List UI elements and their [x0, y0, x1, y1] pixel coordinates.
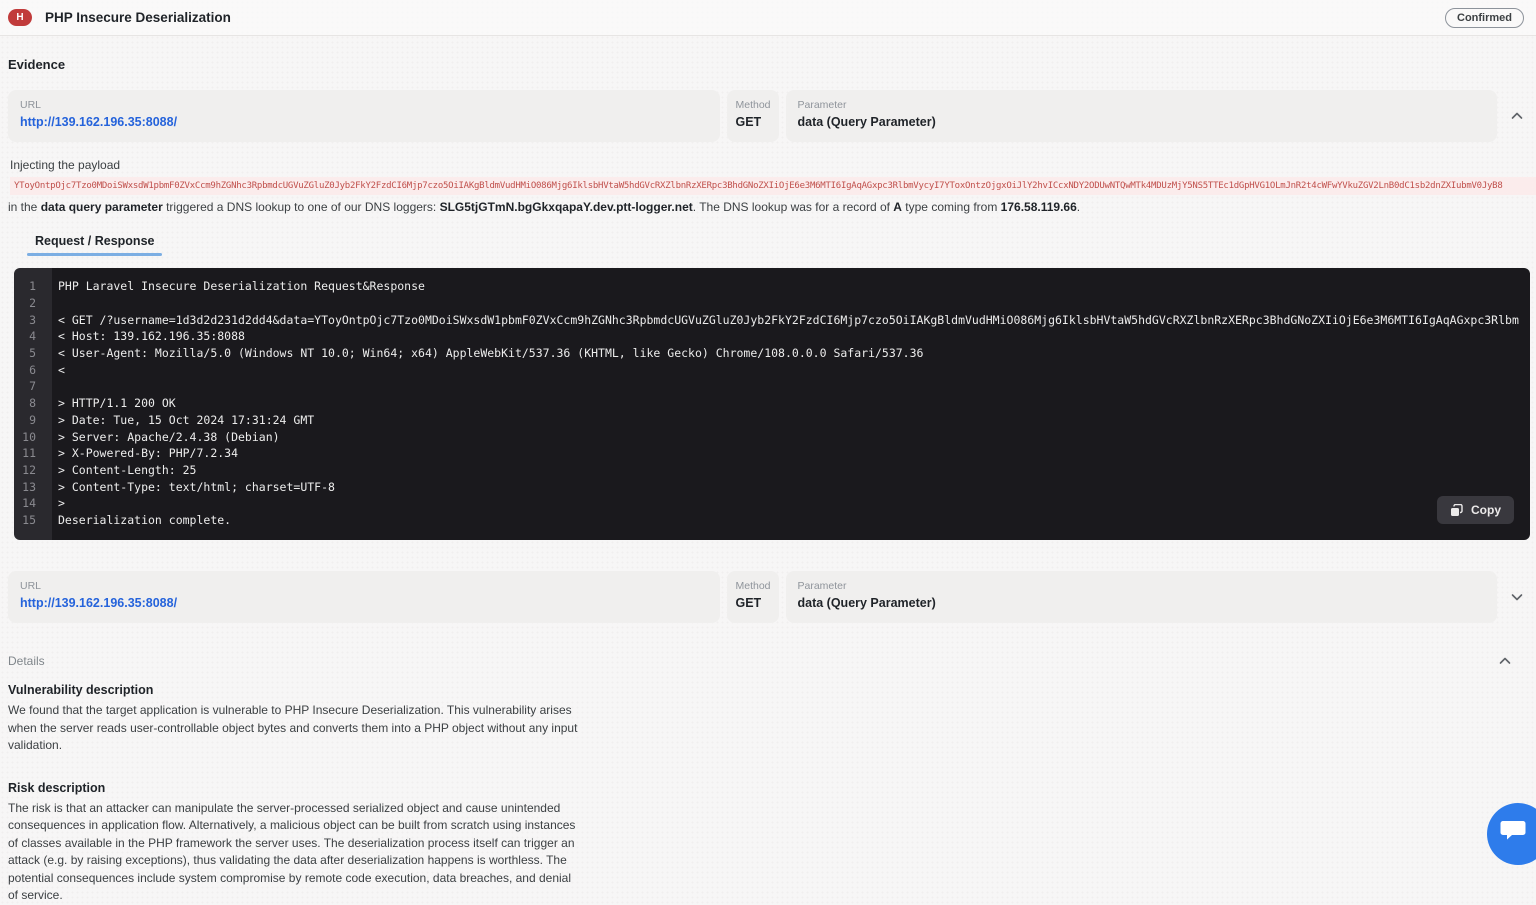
parameter-label: Parameter — [798, 99, 1486, 111]
severity-high-badge: H — [8, 9, 32, 26]
line-number: 2 — [14, 296, 44, 310]
code-lines: 1PHP Laravel Insecure Deserialization Re… — [14, 278, 1530, 528]
line-number: 10 — [14, 430, 44, 444]
vulnerability-description-text: We found that the target application is … — [8, 702, 580, 755]
chat-bubble-icon — [1500, 817, 1526, 841]
line-number: 11 — [14, 446, 44, 460]
method-value: GET — [736, 596, 770, 610]
tab-strip: Request / Response — [27, 234, 1536, 255]
risk-description-heading: Risk description — [8, 781, 1536, 795]
details-header: Details — [8, 654, 1536, 668]
parameter-value: data (Query Parameter) — [798, 596, 1486, 610]
evidence-section-title: Evidence — [8, 57, 1536, 72]
line-number: 9 — [14, 413, 44, 427]
code-line: 6< — [14, 361, 1530, 378]
method-label: Method — [736, 99, 770, 111]
code-line-text: > Date: Tue, 15 Oct 2024 17:31:24 GMT — [44, 413, 1530, 427]
url-cell: URL http://139.162.196.35:8088/ — [8, 90, 720, 142]
code-line: 12> Content-Length: 25 — [14, 462, 1530, 479]
copy-button[interactable]: Copy — [1437, 496, 1514, 524]
line-number: 13 — [14, 480, 44, 494]
code-line-text: > Content-Length: 25 — [44, 463, 1530, 477]
target-url-link[interactable]: http://139.162.196.35:8088/ — [20, 115, 177, 129]
finding-header: H PHP Insecure Deserialization Confirmed — [0, 0, 1536, 36]
parameter-cell: Parameter data (Query Parameter) — [786, 90, 1498, 142]
line-number: 5 — [14, 346, 44, 360]
code-line-text: < GET /?username=1d3d2d231d2dd4&data=YTo… — [44, 313, 1530, 327]
collapse-evidence-button[interactable] — [1497, 90, 1536, 142]
evidence-card-1: URL http://139.162.196.35:8088/ Method G… — [8, 90, 1536, 142]
code-line-text: < User-Agent: Mozilla/5.0 (Windows NT 10… — [44, 346, 1530, 360]
url-label: URL — [20, 99, 708, 111]
method-value: GET — [736, 115, 770, 129]
url-label: URL — [20, 580, 708, 592]
chevron-up-icon — [1511, 112, 1523, 120]
code-line: 13> Content-Type: text/html; charset=UTF… — [14, 478, 1530, 495]
code-line: 8> HTTP/1.1 200 OK — [14, 395, 1530, 412]
risk-description-text: The risk is that an attacker can manipul… — [8, 800, 580, 905]
copy-pages-icon — [1450, 504, 1463, 517]
code-line-text: > — [44, 496, 1530, 510]
main-content: Evidence URL http://139.162.196.35:8088/… — [0, 57, 1536, 905]
method-label: Method — [736, 580, 770, 592]
parameter-value: data (Query Parameter) — [798, 115, 1486, 129]
parameter-cell: Parameter data (Query Parameter) — [786, 571, 1498, 623]
code-line: 1PHP Laravel Insecure Deserialization Re… — [14, 278, 1530, 295]
collapse-details-button[interactable] — [1485, 657, 1524, 665]
line-number: 3 — [14, 313, 44, 327]
line-number: 1 — [14, 279, 44, 293]
code-line-text: PHP Laravel Insecure Deserialization Req… — [44, 279, 1530, 293]
parameter-label: Parameter — [798, 580, 1486, 592]
evidence-card-2: URL http://139.162.196.35:8088/ Method G… — [8, 571, 1536, 623]
code-line-text: > HTTP/1.1 200 OK — [44, 396, 1530, 410]
code-line: 7 — [14, 378, 1530, 395]
tab-request-response[interactable]: Request / Response — [27, 234, 162, 255]
line-number: 8 — [14, 396, 44, 410]
url-cell: URL http://139.162.196.35:8088/ — [8, 571, 720, 623]
target-url-link[interactable]: http://139.162.196.35:8088/ — [20, 596, 177, 610]
code-line: 5< User-Agent: Mozilla/5.0 (Windows NT 1… — [14, 345, 1530, 362]
code-line: 3< GET /?username=1d3d2d231d2dd4&data=YT… — [14, 311, 1530, 328]
line-number: 4 — [14, 329, 44, 343]
line-number: 12 — [14, 463, 44, 477]
details-section-label: Details — [8, 654, 45, 668]
line-number: 15 — [14, 513, 44, 527]
expand-evidence-button[interactable] — [1497, 571, 1536, 623]
chevron-down-icon — [1511, 593, 1523, 601]
code-line-text: > Content-Type: text/html; charset=UTF-8 — [44, 480, 1530, 494]
line-number: 7 — [14, 379, 44, 393]
copy-button-label: Copy — [1471, 503, 1501, 517]
evidence-card-2-cells: URL http://139.162.196.35:8088/ Method G… — [8, 571, 1497, 623]
method-cell: Method GET — [727, 90, 779, 142]
method-cell: Method GET — [727, 571, 779, 623]
code-line-text: > Server: Apache/2.4.38 (Debian) — [44, 430, 1530, 444]
request-response-code-block: 1PHP Laravel Insecure Deserialization Re… — [14, 268, 1530, 540]
injecting-payload-label: Injecting the payload — [10, 158, 1536, 172]
code-line: 11> X-Powered-By: PHP/7.2.34 — [14, 445, 1530, 462]
code-line: 10> Server: Apache/2.4.38 (Debian) — [14, 428, 1530, 445]
evidence-card-1-cells: URL http://139.162.196.35:8088/ Method G… — [8, 90, 1497, 142]
vulnerability-description-heading: Vulnerability description — [8, 683, 1536, 697]
page-title: PHP Insecure Deserialization — [45, 10, 231, 25]
code-line: 15Deserialization complete. — [14, 512, 1530, 529]
code-line-text: > X-Powered-By: PHP/7.2.34 — [44, 446, 1530, 460]
code-line-text: < Host: 139.162.196.35:8088 — [44, 329, 1530, 343]
chevron-up-icon — [1499, 657, 1511, 665]
payload-string: YToyOntpOjc7Tzo0MDoiSWxsdW1pbmF0ZVxCcm9h… — [10, 177, 1536, 195]
code-line: 4< Host: 139.162.196.35:8088 — [14, 328, 1530, 345]
code-line: 9> Date: Tue, 15 Oct 2024 17:31:24 GMT — [14, 412, 1530, 429]
confirmed-status-badge[interactable]: Confirmed — [1445, 8, 1524, 28]
code-line-text: Deserialization complete. — [44, 513, 1530, 527]
code-line: 2 — [14, 295, 1530, 312]
payload-explanation: in the data query parameter triggered a … — [8, 200, 1536, 214]
code-line-text: < — [44, 363, 1530, 377]
code-line: 14> — [14, 495, 1530, 512]
line-number: 6 — [14, 363, 44, 377]
line-number: 14 — [14, 496, 44, 510]
